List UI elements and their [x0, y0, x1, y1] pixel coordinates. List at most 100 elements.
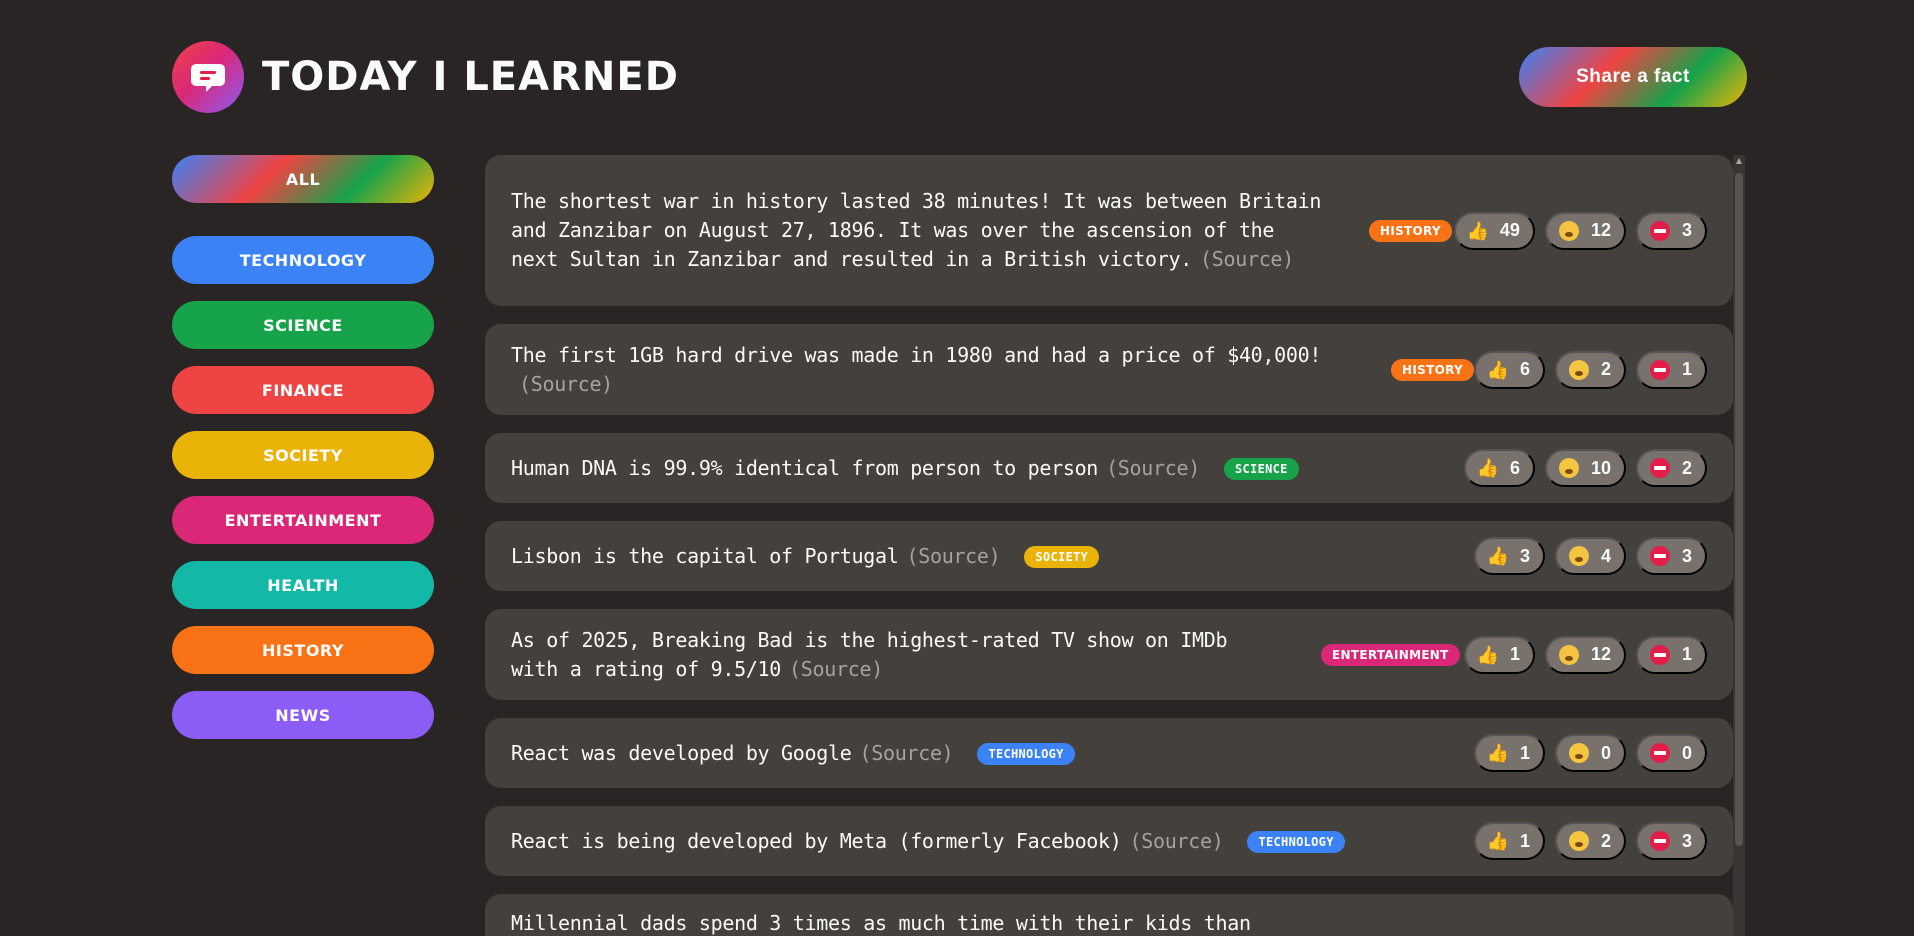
false-button[interactable]: 3 [1635, 537, 1707, 575]
fact-text: As of 2025, Breaking Bad is the highest-… [511, 626, 1271, 684]
category-history-button[interactable]: History [172, 626, 434, 674]
mind-blown-icon [1558, 644, 1579, 665]
vote-buttons: 👍 3 4 3 [1473, 537, 1707, 575]
fact-text: The first 1GB hard drive was made in 198… [511, 341, 1365, 399]
share-fact-button[interactable]: Share a fact [1519, 47, 1747, 107]
source-link[interactable]: (Source) [1106, 456, 1200, 480]
category-list: Technology Science Finance Society Entertain… [172, 236, 434, 739]
mind-blown-icon [1558, 458, 1579, 478]
like-button[interactable]: 👍 3 [1473, 537, 1545, 575]
fact-text: React was developed by Google (Source) Tec… [511, 739, 1075, 768]
like-button[interactable]: 👍 1 [1473, 822, 1545, 860]
fact-text: React is being developed by Meta (former… [511, 827, 1345, 856]
category-tag: Science [1224, 458, 1299, 480]
vote-count: 1 [1519, 742, 1530, 763]
no-entry-icon [1649, 831, 1670, 851]
false-button[interactable]: 0 [1635, 734, 1707, 772]
category-entertainment-button[interactable]: Entertainment [172, 496, 434, 544]
mindblowing-button[interactable]: 2 [1554, 350, 1626, 389]
like-button[interactable]: 👍 6 [1473, 350, 1545, 389]
vote-buttons: 👍 49 12 3 [1453, 211, 1707, 250]
false-button[interactable]: 1 [1635, 350, 1707, 389]
fact-text-content: React is being developed by Meta (former… [511, 828, 1122, 853]
category-science-button[interactable]: Science [172, 301, 434, 349]
app-header: Today I Learned Share a fact [172, 41, 1747, 113]
fact-text-content: Millennial dads spend 3 times as much ti… [511, 911, 1251, 935]
vote-count: 6 [1509, 457, 1520, 478]
fact-card: React is being developed by Meta (former… [485, 806, 1733, 876]
category-health-button[interactable]: Health [172, 561, 434, 609]
mindblowing-button[interactable]: 2 [1554, 822, 1626, 860]
vote-count: 49 [1499, 220, 1520, 240]
category-tag: Society [1024, 546, 1100, 568]
false-button[interactable]: 3 [1635, 211, 1707, 250]
fact-text: Human DNA is 99.9% identical from person… [511, 454, 1299, 483]
fact-card: The first 1GB hard drive was made in 198… [485, 324, 1733, 415]
source-link[interactable]: (Source) [519, 372, 613, 396]
source-link[interactable]: (Source) [1130, 829, 1224, 853]
mind-blown-icon [1568, 743, 1589, 763]
vote-count: 3 [1681, 220, 1692, 240]
scroll-up-arrow-icon[interactable]: ▲ [1733, 155, 1745, 167]
fact-card: As of 2025, Breaking Bad is the highest-… [485, 609, 1733, 700]
false-button[interactable]: 1 [1635, 635, 1707, 674]
vote-count: 1 [1519, 830, 1530, 851]
source-link[interactable]: (Source) [789, 657, 883, 681]
vote-count: 2 [1600, 830, 1611, 851]
false-button[interactable]: 2 [1635, 449, 1707, 487]
fact-text: The shortest war in history lasted 38 mi… [511, 187, 1331, 274]
thumbs-up-icon: 👍 [1486, 743, 1510, 763]
no-entry-icon [1649, 546, 1670, 566]
vote-count: 12 [1590, 220, 1611, 240]
vote-count: 12 [1590, 644, 1611, 664]
fact-card: The shortest war in history lasted 38 mi… [485, 155, 1733, 306]
no-entry-icon [1649, 458, 1670, 478]
scroll-thumb[interactable] [1735, 173, 1743, 846]
category-tag: History [1369, 219, 1452, 242]
no-entry-icon [1649, 220, 1670, 241]
category-finance-button[interactable]: Finance [172, 366, 434, 414]
like-button[interactable]: 👍 1 [1473, 734, 1545, 772]
vote-count: 3 [1681, 545, 1692, 566]
mindblowing-button[interactable]: 10 [1544, 449, 1626, 487]
category-technology-button[interactable]: Technology [172, 236, 434, 284]
mindblowing-button[interactable]: 12 [1544, 635, 1626, 674]
category-tag: History [1391, 358, 1474, 381]
vote-count: 1 [1509, 644, 1520, 664]
category-news-button[interactable]: News [172, 691, 434, 739]
page-title: Today I Learned [262, 54, 679, 100]
thumbs-up-icon: 👍 [1466, 220, 1490, 241]
mindblowing-button[interactable]: 12 [1544, 211, 1626, 250]
vote-count: 0 [1681, 742, 1692, 763]
scrollbar[interactable]: ▲ [1733, 155, 1745, 936]
mind-blown-icon [1568, 546, 1589, 566]
category-society-button[interactable]: Society [172, 431, 434, 479]
no-entry-icon [1649, 743, 1670, 763]
like-button[interactable]: 👍 49 [1453, 211, 1535, 250]
mindblowing-button[interactable]: 0 [1554, 734, 1626, 772]
like-button[interactable]: 👍 1 [1463, 635, 1535, 674]
fact-card: React was developed by Google (Source) Tec… [485, 718, 1733, 788]
source-link[interactable]: (Source) [860, 741, 954, 765]
vote-count: 1 [1681, 644, 1692, 664]
source-link[interactable]: (Source) [1200, 247, 1294, 271]
mind-blown-icon [1568, 831, 1589, 851]
category-tag: Entertainment [1321, 643, 1460, 666]
vote-buttons: 👍 1 12 1 [1463, 635, 1707, 674]
false-button[interactable]: 3 [1635, 822, 1707, 860]
vote-count: 3 [1519, 545, 1530, 566]
vote-count: 4 [1600, 545, 1611, 566]
vote-count: 0 [1600, 742, 1611, 763]
vote-buttons: 👍 1 0 0 [1473, 734, 1707, 772]
vote-buttons: 👍 6 10 2 [1463, 449, 1707, 487]
source-link[interactable]: (Source) [906, 544, 1000, 568]
category-all-button[interactable]: All [172, 155, 434, 203]
category-tag: Technology [977, 743, 1075, 765]
thumbs-up-icon: 👍 [1486, 831, 1510, 851]
like-button[interactable]: 👍 6 [1463, 449, 1535, 487]
fact-card: Lisbon is the capital of Portugal (Source… [485, 521, 1733, 591]
no-entry-icon [1649, 359, 1670, 380]
mindblowing-button[interactable]: 4 [1554, 537, 1626, 575]
fact-text-content: Human DNA is 99.9% identical from person… [511, 455, 1099, 480]
thumbs-up-icon: 👍 [1486, 546, 1510, 566]
